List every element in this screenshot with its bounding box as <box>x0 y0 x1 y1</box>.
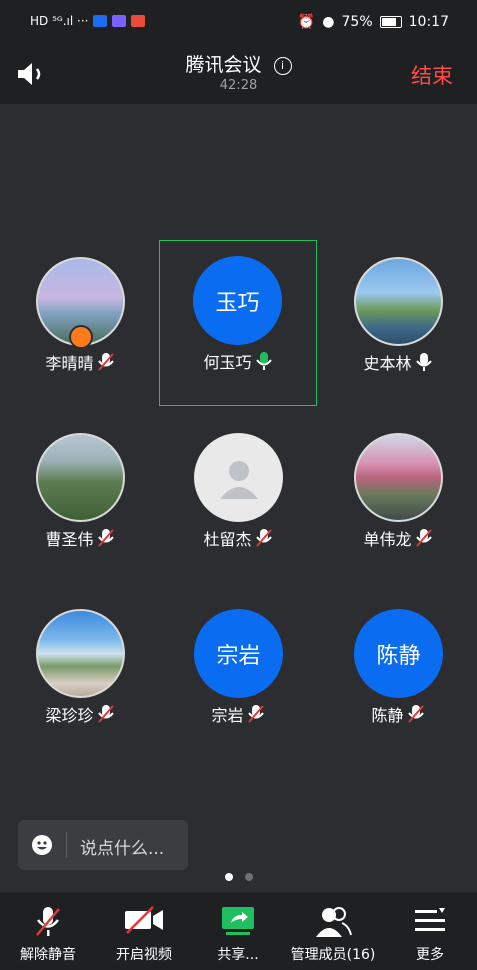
mic-muted-icon <box>97 705 114 723</box>
participant-tile[interactable]: 宗岩 宗岩 <box>159 592 317 758</box>
location-icon: ● <box>322 14 335 30</box>
participant-name-row: 曹圣伟 <box>1 526 159 550</box>
mic-muted-icon <box>255 529 272 547</box>
battery-icon <box>379 16 402 28</box>
participant-avatar-initials: 陈静 <box>354 609 443 698</box>
participant-name-row: 陈静 <box>319 702 477 726</box>
start-video-button[interactable]: 开启视频 <box>100 893 188 970</box>
share-button[interactable]: 共享... <box>196 893 280 970</box>
participant-tile[interactable]: 杜留杰 <box>159 416 317 582</box>
unmute-button[interactable]: 解除静音 <box>4 893 92 970</box>
status-left-text: HD ⁵ᴳ.ıl ··· <box>30 14 89 28</box>
clock: 10:17 <box>408 14 449 30</box>
participant-name: 陈静 <box>371 706 404 725</box>
meeting-title[interactable]: 腾讯会议 i <box>0 50 477 77</box>
app-notification-icon <box>131 15 146 27</box>
participant-tile[interactable]: 李晴晴 <box>1 240 159 406</box>
alarm-icon: ⏰ <box>297 14 316 30</box>
participant-tile[interactable]: 曹圣伟 <box>1 416 159 582</box>
participant-avatar-initials: 玉巧 <box>193 256 282 345</box>
unmute-label: 解除静音 <box>20 947 76 963</box>
participant-tile[interactable]: 史本林 <box>319 240 477 406</box>
mic-speaking-icon <box>255 352 272 370</box>
chat-divider <box>66 832 67 858</box>
more-button[interactable]: 更多 <box>390 893 470 970</box>
app-notification-icon <box>112 15 127 27</box>
participant-name-row: 何玉巧 <box>159 349 317 373</box>
chat-input[interactable]: 说点什么... <box>18 820 188 870</box>
participant-name: 梁珍珍 <box>45 706 94 725</box>
participant-tile[interactable]: 单伟龙 <box>319 416 477 582</box>
participant-name-row: 宗岩 <box>159 702 317 726</box>
app-notification-icon <box>93 15 108 27</box>
manage-members-button[interactable]: 管理成员(16) <box>283 893 383 970</box>
participant-name-row: 单伟龙 <box>319 526 477 550</box>
participant-name: 杜留杰 <box>203 530 252 549</box>
participant-name-row: 李晴晴 <box>1 350 159 374</box>
mic-muted-icon <box>97 353 114 371</box>
screen-share-icon <box>222 907 254 935</box>
mic-muted-icon <box>36 907 60 936</box>
status-icons-left: HD ⁵ᴳ.ıl ··· <box>30 14 146 28</box>
participant-name-row: 梁珍珍 <box>1 702 159 726</box>
members-icon <box>316 907 352 937</box>
status-icons-right: ⏰ ● 75% 10:17 <box>298 14 449 30</box>
default-avatar-icon <box>194 433 283 522</box>
participant-avatar-initials: 宗岩 <box>194 609 283 698</box>
mic-muted-icon <box>415 529 432 547</box>
participant-name: 李晴晴 <box>45 354 94 373</box>
camera-off-icon <box>125 906 163 934</box>
start-video-label: 开启视频 <box>116 947 172 963</box>
participant-name: 史本林 <box>363 354 412 373</box>
share-label: 共享... <box>217 947 259 963</box>
participant-tile-speaking[interactable]: 玉巧 何玉巧 <box>159 240 317 406</box>
status-bar: HD ⁵ᴳ.ıl ··· ⏰ ● 75% 10:17 <box>0 0 477 48</box>
chat-placeholder: 说点什么... <box>80 839 165 859</box>
participant-avatar <box>354 257 443 346</box>
participant-avatar <box>354 433 443 522</box>
participant-avatar <box>36 609 125 698</box>
participant-name-row: 杜留杰 <box>159 526 317 550</box>
participant-name: 何玉巧 <box>203 353 252 372</box>
page-dot-active[interactable] <box>224 873 233 881</box>
participant-tile[interactable]: 梁珍珍 <box>1 592 159 758</box>
emoji-icon[interactable] <box>32 835 52 855</box>
mic-muted-icon <box>407 705 424 723</box>
mic-muted-icon <box>247 705 264 723</box>
manage-members-label: 管理成员(16) <box>290 947 376 963</box>
end-meeting-button[interactable]: 结束 <box>411 60 453 90</box>
meeting-timer: 42:28 <box>219 78 258 93</box>
participant-avatar <box>36 433 125 522</box>
participant-name: 曹圣伟 <box>45 530 94 549</box>
page-dot[interactable] <box>244 873 253 881</box>
participant-tile[interactable]: 陈静 陈静 <box>319 592 477 758</box>
participant-name-row: 史本林 <box>319 350 477 374</box>
meeting-toolbar: 解除静音 开启视频 共享... 管理成员(16) 更多 <box>0 893 477 970</box>
meeting-title-text: 腾讯会议 <box>185 54 262 76</box>
more-label: 更多 <box>416 947 444 963</box>
info-icon[interactable]: i <box>273 57 292 75</box>
more-menu-icon <box>415 908 445 931</box>
mic-on-icon <box>415 353 432 371</box>
participant-name: 单伟龙 <box>363 530 412 549</box>
host-badge-icon <box>69 325 93 349</box>
page-indicator <box>0 873 477 881</box>
participant-name: 宗岩 <box>211 706 244 725</box>
mic-muted-icon <box>97 529 114 547</box>
meeting-header: 腾讯会议 i 42:28 结束 <box>0 48 477 104</box>
battery-percent: 75% <box>341 14 373 30</box>
